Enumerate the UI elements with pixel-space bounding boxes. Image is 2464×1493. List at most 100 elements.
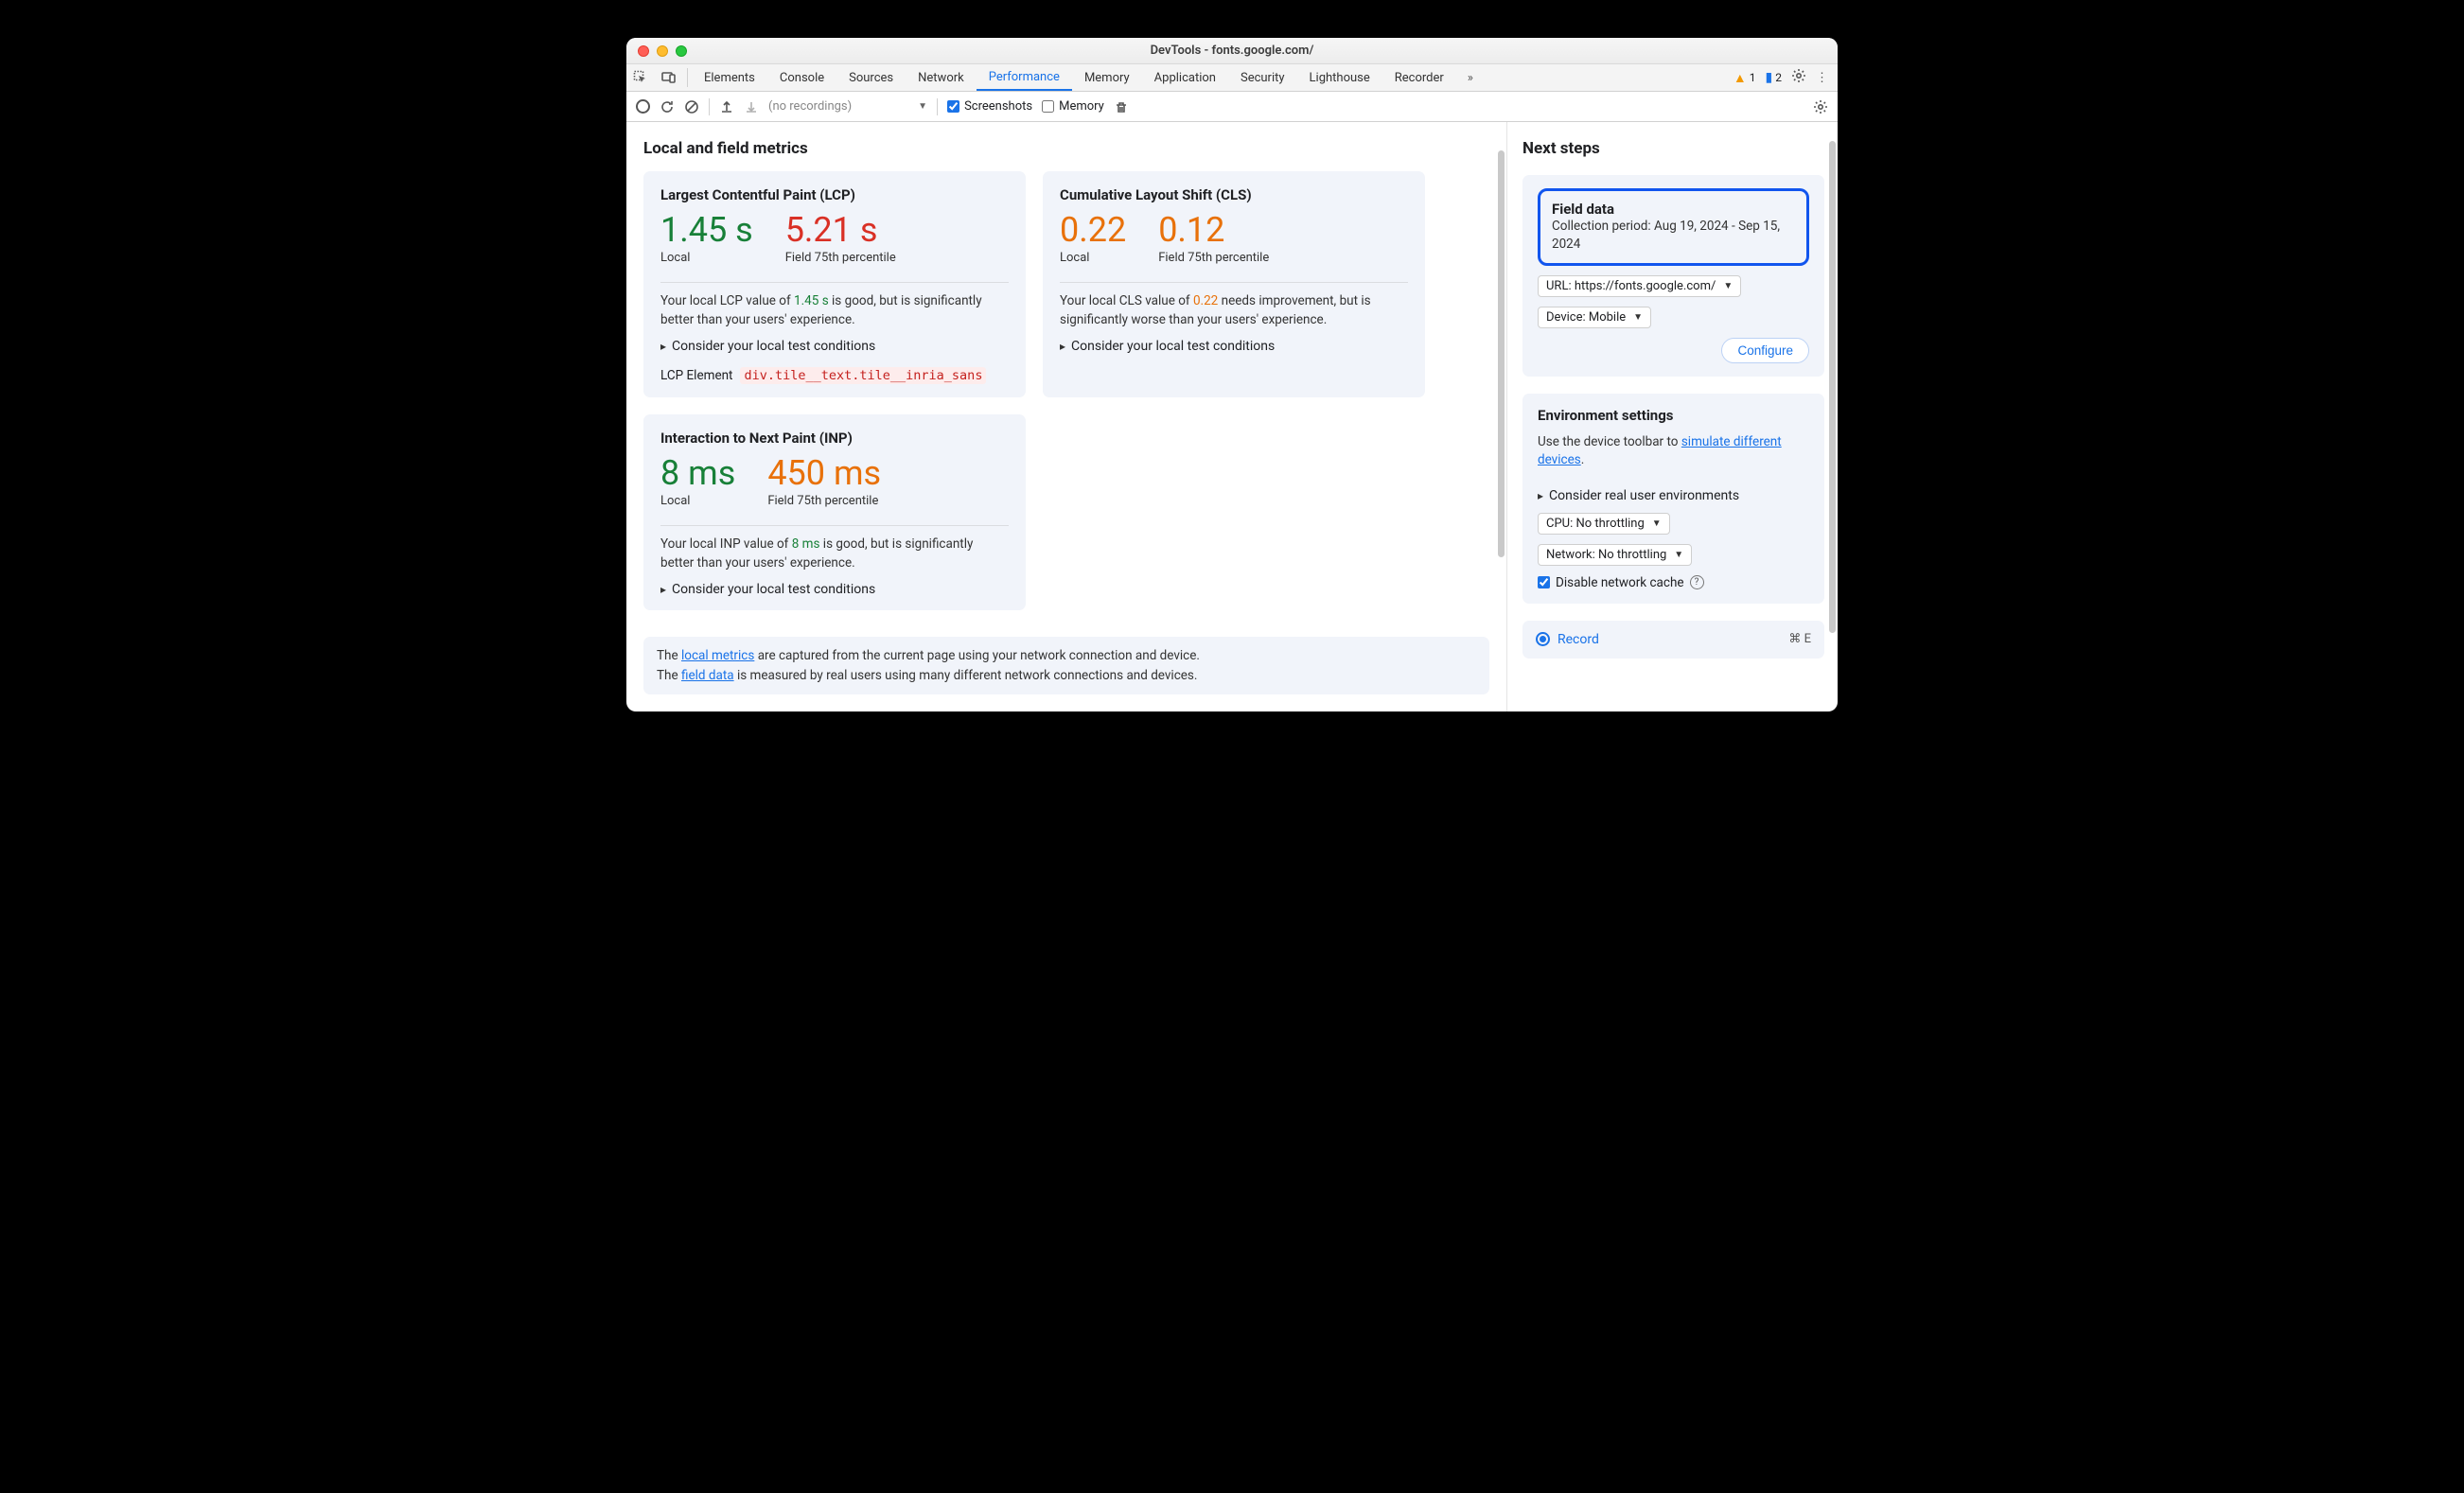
window-title: DevTools - fonts.google.com/ — [626, 44, 1838, 58]
inp-local-sub: Local — [660, 494, 735, 508]
divider — [660, 282, 1009, 283]
screenshots-checkbox[interactable]: Screenshots — [947, 99, 1032, 114]
inp-expander[interactable]: Consider your local test conditions — [660, 582, 1009, 597]
cls-field-value: 0.12 — [1158, 213, 1269, 247]
inp-desc: Your local INP value of 8 ms is good, bu… — [660, 536, 1009, 572]
settings-icon[interactable] — [1791, 68, 1806, 87]
reload-record-button[interactable] — [660, 99, 675, 114]
messages-count[interactable]: ▮ 2 — [1766, 70, 1782, 85]
cls-local-sub: Local — [1060, 251, 1126, 265]
collection-period: Collection period: Aug 19, 2024 - Sep 15… — [1552, 218, 1795, 254]
download-profile-icon[interactable] — [744, 99, 759, 114]
tab-elements[interactable]: Elements — [692, 64, 767, 91]
upload-profile-icon[interactable] — [719, 99, 734, 114]
tab-memory[interactable]: Memory — [1072, 64, 1142, 91]
cls-title: Cumulative Layout Shift (CLS) — [1060, 186, 1408, 203]
record-label: Record — [1558, 632, 1599, 647]
tab-security[interactable]: Security — [1228, 64, 1297, 91]
collect-garbage-icon[interactable] — [1114, 99, 1129, 114]
chevron-down-icon: ▼ — [918, 101, 927, 112]
disable-cache-row: Disable network cache ? — [1538, 575, 1809, 590]
side-scrollbar[interactable] — [1829, 141, 1836, 633]
chevron-down-icon: ▼ — [1723, 281, 1733, 291]
cls-field-sub: Field 75th percentile — [1158, 251, 1269, 265]
lcp-expander[interactable]: Consider your local test conditions — [660, 339, 1009, 354]
message-icon: ▮ — [1766, 70, 1773, 85]
record-indicator-icon — [1536, 632, 1550, 646]
side-pane: Next steps Field data Collection period:… — [1506, 122, 1838, 711]
device-toolbar-icon[interactable] — [655, 64, 683, 91]
cpu-select[interactable]: CPU: No throttling ▼ — [1538, 513, 1670, 535]
memory-checkbox-input[interactable] — [1042, 100, 1054, 113]
maximize-window-button[interactable] — [676, 45, 687, 57]
screenshots-checkbox-input[interactable] — [947, 100, 959, 113]
lcp-element-selector[interactable]: div.tile__text.tile__inria_sans — [740, 367, 986, 384]
recordings-select-label: (no recordings) — [768, 99, 852, 114]
more-tabs-icon[interactable]: » — [1456, 64, 1485, 91]
inp-field-sub: Field 75th percentile — [767, 494, 881, 508]
inp-local: 8 ms Local — [660, 456, 735, 508]
divider — [660, 525, 1009, 526]
cls-expander[interactable]: Consider your local test conditions — [1060, 339, 1408, 354]
lcp-local-value: 1.45 s — [660, 213, 753, 247]
lcp-card: Largest Contentful Paint (LCP) 1.45 s Lo… — [643, 171, 1026, 397]
field-data-card: Field data Collection period: Aug 19, 20… — [1522, 175, 1824, 377]
inp-field: 450 ms Field 75th percentile — [767, 456, 881, 508]
configure-button[interactable]: Configure — [1721, 338, 1809, 363]
close-window-button[interactable] — [638, 45, 649, 57]
divider — [1060, 282, 1408, 283]
lcp-field-value: 5.21 s — [785, 213, 896, 247]
recordings-select[interactable]: (no recordings) ▼ — [768, 99, 927, 114]
local-metrics-link[interactable]: local metrics — [681, 648, 754, 663]
tab-sources[interactable]: Sources — [836, 64, 906, 91]
record-row[interactable]: Record ⌘ E — [1522, 621, 1824, 659]
tab-application[interactable]: Application — [1142, 64, 1228, 91]
chevron-down-icon: ▼ — [1633, 312, 1643, 323]
minimize-window-button[interactable] — [657, 45, 668, 57]
separator — [937, 98, 938, 115]
perf-body: Local and field metrics Largest Contentf… — [626, 122, 1838, 711]
environment-settings-card: Environment settings Use the device tool… — [1522, 394, 1824, 604]
divider — [687, 68, 688, 87]
metrics-footnote: The local metrics are captured from the … — [643, 637, 1489, 694]
record-shortcut: ⌘ E — [1788, 632, 1811, 646]
main-scrollbar[interactable] — [1498, 150, 1505, 557]
env-expander[interactable]: Consider real user environments — [1538, 488, 1809, 503]
devtools-window: DevTools - fonts.google.com/ Elements Co… — [626, 38, 1838, 711]
inp-title: Interaction to Next Paint (INP) — [660, 430, 1009, 447]
tab-lighthouse[interactable]: Lighthouse — [1297, 64, 1382, 91]
field-data-link[interactable]: field data — [681, 668, 734, 683]
disable-cache-checkbox[interactable] — [1538, 576, 1550, 588]
warning-count[interactable]: ▲ 1 — [1734, 70, 1756, 86]
tabs-list: Elements Console Sources Network Perform… — [692, 64, 1485, 91]
lcp-element-label: LCP Element — [660, 368, 732, 383]
tab-recorder[interactable]: Recorder — [1382, 64, 1456, 91]
lcp-local-sub: Local — [660, 251, 753, 265]
tab-network[interactable]: Network — [906, 64, 977, 91]
help-icon[interactable]: ? — [1690, 575, 1704, 589]
kebab-menu-icon[interactable]: ⋮ — [1816, 71, 1828, 85]
tab-console[interactable]: Console — [767, 64, 836, 91]
clear-button[interactable] — [684, 99, 699, 114]
cls-card: Cumulative Layout Shift (CLS) 0.22 Local… — [1043, 171, 1425, 397]
capture-settings-icon[interactable] — [1813, 99, 1828, 114]
lcp-element-row: LCP Element div.tile__text.tile__inria_s… — [660, 367, 1009, 384]
inspect-element-icon[interactable] — [626, 64, 655, 91]
field-data-highlight: Field data Collection period: Aug 19, 20… — [1538, 188, 1809, 266]
url-select[interactable]: URL: https://fonts.google.com/ ▼ — [1538, 275, 1741, 297]
lcp-field: 5.21 s Field 75th percentile — [785, 213, 896, 265]
memory-checkbox[interactable]: Memory — [1042, 99, 1104, 114]
side-heading: Next steps — [1522, 139, 1824, 158]
record-button[interactable] — [636, 99, 650, 114]
cls-desc: Your local CLS value of 0.22 needs impro… — [1060, 292, 1408, 329]
device-select[interactable]: Device: Mobile ▼ — [1538, 307, 1651, 328]
screenshots-label: Screenshots — [964, 99, 1032, 114]
network-select[interactable]: Network: No throttling ▼ — [1538, 544, 1692, 566]
cls-field: 0.12 Field 75th percentile — [1158, 213, 1269, 265]
titlebar: DevTools - fonts.google.com/ — [626, 38, 1838, 64]
disable-cache-label: Disable network cache — [1556, 575, 1684, 590]
main-pane: Local and field metrics Largest Contentf… — [626, 122, 1506, 711]
tab-performance[interactable]: Performance — [977, 64, 1072, 91]
inp-card: Interaction to Next Paint (INP) 8 ms Loc… — [643, 414, 1026, 610]
lcp-local: 1.45 s Local — [660, 213, 753, 265]
